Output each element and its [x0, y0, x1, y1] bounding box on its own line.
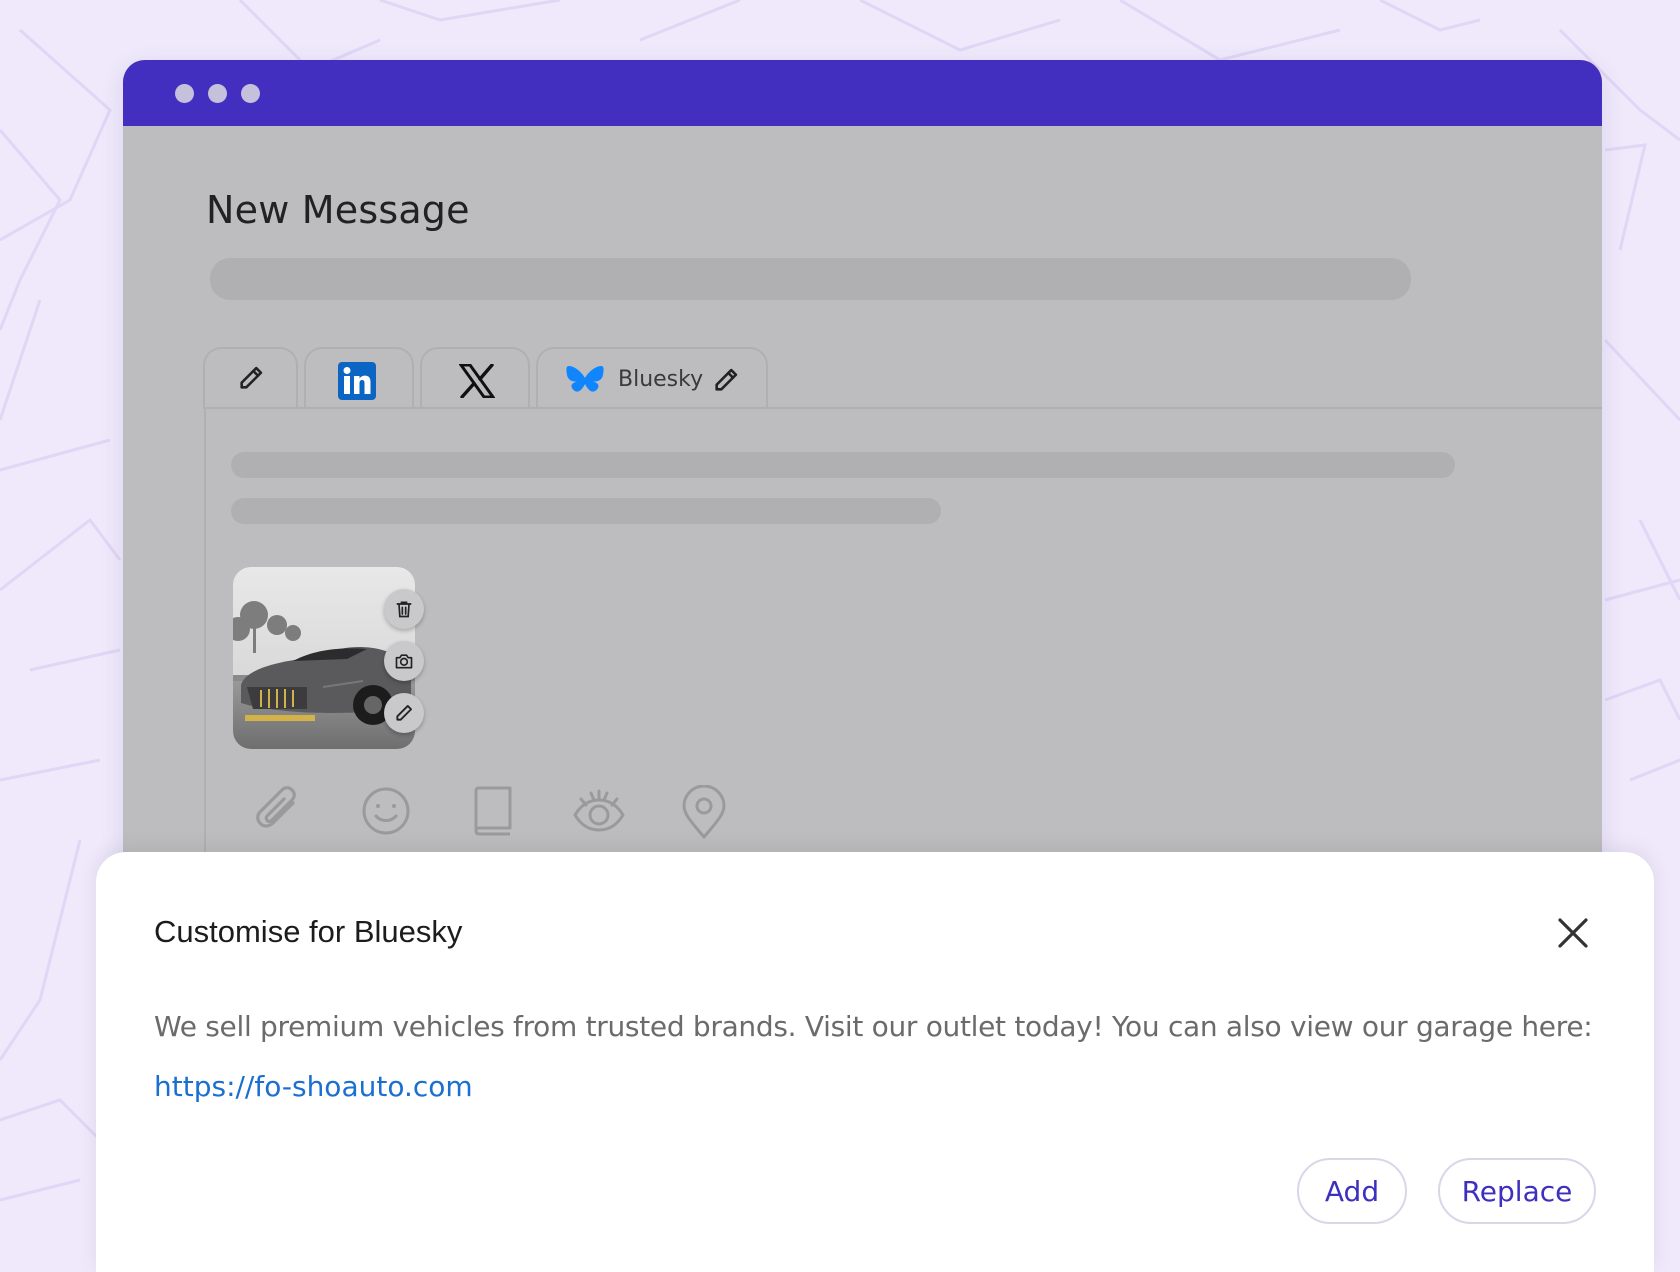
- tab-label: Bluesky: [618, 367, 704, 392]
- pencil-icon: [396, 705, 412, 721]
- modal-title: Customise for Bluesky: [154, 914, 463, 949]
- window-control-dot[interactable]: [241, 84, 260, 103]
- pencil-icon: [240, 366, 263, 389]
- trash-icon: [396, 601, 412, 618]
- add-button[interactable]: Add: [1297, 1158, 1407, 1224]
- eye-icon[interactable]: [571, 785, 627, 837]
- suggested-message-link[interactable]: https://fo-shoauto.com: [154, 1070, 473, 1103]
- location-icon[interactable]: [681, 785, 727, 839]
- tab-edit[interactable]: [203, 347, 298, 409]
- page-title: New Message: [206, 188, 470, 232]
- book-icon[interactable]: [470, 785, 516, 837]
- window-control-dot[interactable]: [175, 84, 194, 103]
- window-control-dot[interactable]: [208, 84, 227, 103]
- linkedin-icon: [338, 362, 376, 400]
- replace-button[interactable]: Replace: [1438, 1158, 1596, 1224]
- paperclip-icon[interactable]: [255, 785, 305, 837]
- tab-linkedin[interactable]: [304, 347, 414, 409]
- x-logo-icon: [459, 364, 495, 398]
- butterfly-icon: [566, 366, 604, 392]
- recipient-field-placeholder[interactable]: [210, 258, 1411, 300]
- replace-image-button[interactable]: [384, 641, 424, 681]
- customise-modal: Customise for Bluesky We sell premium ve…: [96, 852, 1654, 1272]
- camera-icon: [395, 654, 413, 669]
- edit-image-button[interactable]: [384, 693, 424, 733]
- window-titlebar: [123, 60, 1602, 126]
- pencil-icon: [715, 368, 738, 391]
- suggested-message-text: We sell premium vehicles from trusted br…: [154, 1010, 1593, 1043]
- tab-bluesky[interactable]: Bluesky: [536, 347, 768, 409]
- emoji-icon[interactable]: [361, 785, 411, 837]
- delete-image-button[interactable]: [384, 589, 424, 629]
- tab-x[interactable]: [420, 347, 530, 409]
- text-line-placeholder: [231, 452, 1455, 478]
- text-line-placeholder: [231, 498, 941, 524]
- close-icon[interactable]: [1556, 916, 1590, 950]
